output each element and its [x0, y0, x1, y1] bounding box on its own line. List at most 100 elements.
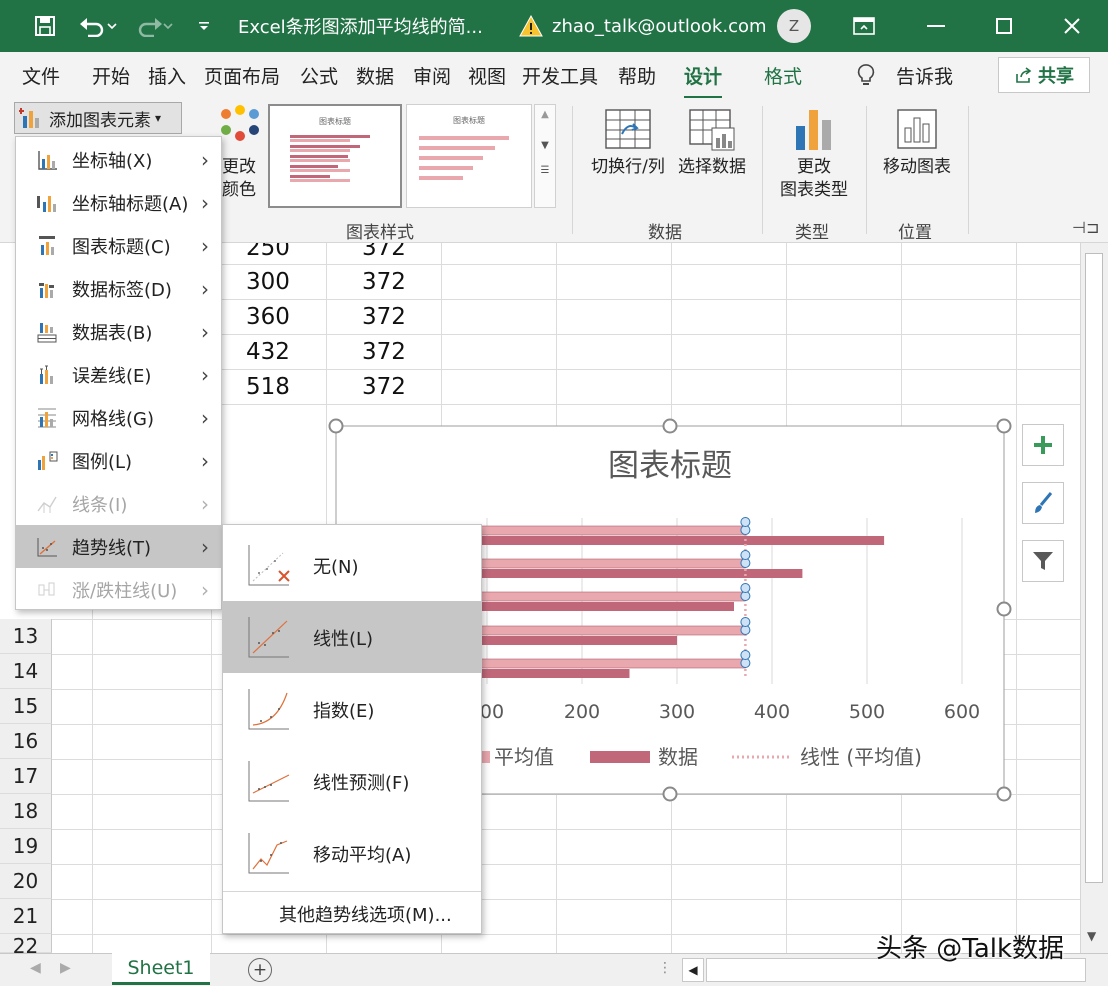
add-sheet-icon[interactable]: + [248, 958, 272, 982]
row-header[interactable]: 14 [0, 654, 52, 689]
more-styles-icon[interactable]: ☰ [535, 165, 555, 176]
switch-row-column-button[interactable]: 切换行/列 [586, 156, 670, 179]
data-bar[interactable] [476, 536, 885, 545]
chart-title[interactable]: 图表标题 [608, 448, 732, 484]
legend-label-data[interactable]: 数据 [658, 745, 698, 769]
row-header[interactable]: 22 [0, 934, 52, 953]
chart-style-scroller[interactable]: ▲ ▼ ☰ [534, 104, 556, 208]
chart-elements-button[interactable] [1022, 424, 1064, 466]
selection-handle[interactable] [740, 650, 751, 660]
scroll-up-icon[interactable]: ▲ [535, 109, 555, 120]
row-header[interactable]: 19 [0, 829, 52, 864]
tab-data[interactable]: 数据 [356, 62, 394, 89]
splitter-icon[interactable]: ⋮ [658, 960, 672, 976]
tab-insert[interactable]: 插入 [148, 62, 186, 89]
share-button[interactable]: 共享 [998, 57, 1090, 93]
maximize-icon[interactable] [984, 0, 1024, 52]
row-header[interactable]: 16 [0, 724, 52, 759]
scroll-down-arrow-icon[interactable]: ▼ [1087, 929, 1096, 943]
tab-format[interactable]: 格式 [764, 62, 802, 89]
warning-icon[interactable] [516, 0, 546, 52]
lightbulb-icon[interactable] [856, 63, 876, 91]
cell-value[interactable]: 360 [246, 304, 290, 330]
pin-ribbon-icon[interactable]: ⊣⊐ [1072, 218, 1099, 237]
resize-handle[interactable] [662, 418, 678, 434]
menu-item-gridlines[interactable]: 网格线(G) › [16, 396, 221, 439]
tab-developer[interactable]: 开发工具 [522, 62, 598, 89]
change-colors-button[interactable]: 更改 颜色 [216, 156, 262, 202]
trendline-option-none[interactable]: 无(N) [223, 529, 481, 601]
selection-handle[interactable] [740, 583, 751, 593]
undo-icon[interactable] [74, 0, 122, 52]
menu-item-axis-titles[interactable]: 坐标轴标题(A) › [16, 181, 221, 224]
tab-file[interactable]: 文件 [22, 62, 60, 89]
tab-review[interactable]: 审阅 [413, 62, 451, 89]
selection-handle[interactable] [740, 617, 751, 627]
cell-value[interactable]: 518 [246, 374, 290, 400]
menu-item-data-labels[interactable]: 数据标签(D) › [16, 267, 221, 310]
chart-style-thumbnail-1[interactable]: 图表标题 [268, 104, 402, 208]
average-bar[interactable] [475, 591, 746, 602]
more-trendline-options[interactable]: 其他趋势线选项(M)... [279, 901, 452, 927]
cell-value[interactable]: 300 [246, 269, 290, 295]
chart-filters-button[interactable] [1022, 540, 1064, 582]
resize-handle[interactable] [996, 601, 1012, 617]
sheet-tab-sheet1[interactable]: Sheet1 [112, 953, 210, 985]
ribbon-display-icon[interactable] [846, 0, 882, 52]
resize-handle[interactable] [328, 418, 344, 434]
row-header[interactable]: 15 [0, 689, 52, 724]
menu-item-chart-title[interactable]: 图表标题(C) › [16, 224, 221, 267]
menu-item-data-table[interactable]: 数据表(B) › [16, 310, 221, 353]
hscroll-left-icon[interactable]: ◀ [682, 958, 704, 982]
selection-handle[interactable] [740, 550, 751, 560]
average-bar[interactable] [475, 525, 746, 536]
sheet-scroll-left-icon[interactable]: ◀ [30, 960, 41, 976]
resize-handle[interactable] [662, 786, 678, 802]
cell-value[interactable]: 250 [246, 243, 290, 261]
row-header[interactable]: 13 [0, 619, 52, 654]
menu-item-axes[interactable]: 坐标轴(X) › [16, 138, 221, 181]
row-header[interactable]: 21 [0, 899, 52, 934]
menu-item-legend[interactable]: 图例(L) › [16, 439, 221, 482]
tab-view[interactable]: 视图 [468, 62, 506, 89]
legend-label-trendline[interactable]: 线性 (平均值) [800, 745, 922, 769]
resize-handle[interactable] [996, 418, 1012, 434]
close-icon[interactable] [1052, 0, 1092, 52]
data-bar[interactable] [476, 636, 677, 645]
row-header[interactable]: 18 [0, 794, 52, 829]
scrollbar-thumb[interactable] [1085, 253, 1103, 883]
trendline-option-linear-forecast[interactable]: 线性预测(F) [223, 745, 481, 817]
legend-label-average[interactable]: 平均值 [494, 745, 554, 769]
cell-value[interactable]: 432 [246, 339, 290, 365]
add-chart-element-button[interactable]: 添加图表元素 ▾ [14, 102, 182, 134]
move-chart-button[interactable]: 移动图表 [872, 156, 962, 179]
trendline-option-linear[interactable]: 线性(L) [223, 601, 481, 673]
trendline-option-moving-average[interactable]: 移动平均(A) [223, 817, 481, 889]
redo-icon[interactable] [130, 0, 178, 52]
cell-average[interactable]: 372 [362, 374, 406, 400]
cell-average[interactable]: 372 [362, 339, 406, 365]
tab-design[interactable]: 设计 [684, 62, 723, 99]
trendline-option-exponential[interactable]: 指数(E) [223, 673, 481, 745]
save-icon[interactable] [28, 0, 62, 52]
tab-home[interactable]: 开始 [92, 62, 130, 89]
avatar[interactable]: Z [776, 0, 812, 52]
cell-average[interactable]: 372 [362, 304, 406, 330]
data-bar[interactable] [476, 569, 803, 578]
row-header[interactable]: 20 [0, 864, 52, 899]
minimize-icon[interactable] [916, 0, 956, 52]
data-bar[interactable] [476, 602, 734, 611]
average-bar[interactable] [475, 658, 746, 669]
chart-styles-button[interactable] [1022, 482, 1064, 524]
resize-handle[interactable] [996, 786, 1012, 802]
row-header[interactable]: 17 [0, 759, 52, 794]
vertical-scrollbar[interactable]: ▼ [1080, 243, 1108, 953]
scroll-down-icon[interactable]: ▼ [535, 140, 555, 151]
cell-average[interactable]: 372 [362, 243, 406, 261]
average-bar[interactable] [475, 558, 746, 569]
cell-average[interactable]: 372 [362, 269, 406, 295]
tell-me-search[interactable]: 告诉我 [896, 62, 953, 89]
menu-item-error-bars[interactable]: 误差线(E) › [16, 353, 221, 396]
tab-formulas[interactable]: 公式 [300, 62, 338, 89]
sheet-scroll-right-icon[interactable]: ▶ [60, 960, 71, 976]
